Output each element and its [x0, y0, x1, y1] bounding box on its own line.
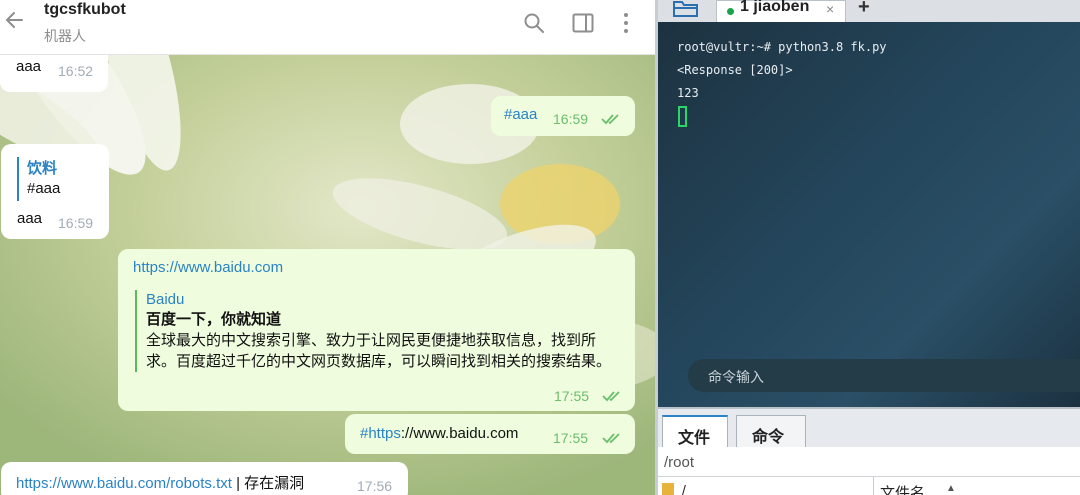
double-check-icon: [602, 433, 620, 444]
session-tab-bar: 1 jiaoben × +: [658, 0, 1080, 22]
link-preview[interactable]: Baidu 百度一下，你就知道 全球最大的中文搜索引擎、致力于让网民更便捷地获取…: [135, 290, 615, 372]
message-text: aaa: [17, 210, 43, 227]
directory-icon[interactable]: [662, 483, 674, 495]
chat-header: tgcsfkubot 机器人: [0, 0, 655, 55]
double-check-icon: [601, 114, 619, 125]
message-time: 16:52: [58, 63, 94, 79]
reply-text: #aaa: [27, 180, 61, 197]
file-list: / 文件名 ▲: [658, 477, 1080, 495]
terminal-line: root@vultr:~# python3.8 fk.py: [677, 40, 887, 54]
message-bubble-incoming[interactable]: https://www.baidu.com/robots.txt | 存在漏洞 …: [1, 462, 408, 495]
command-input-placeholder: 命令输入: [708, 369, 764, 385]
command-input[interactable]: 命令输入: [688, 359, 1080, 392]
link-preview-description: 全球最大的中文搜索引擎、致力于让网民更便捷地获取信息，找到所求。百度超过千亿的中…: [146, 332, 612, 370]
message-bubble-outgoing[interactable]: #aaa 16:59: [491, 96, 635, 136]
close-tab-icon[interactable]: ×: [826, 1, 834, 17]
tab-commands[interactable]: 命令: [736, 415, 806, 449]
add-tab-icon[interactable]: +: [858, 0, 870, 19]
telegram-chat-pane: tgcsfkubot 机器人 aaa 16:52 #aaa 16:59 饮料 #…: [0, 0, 655, 495]
bottom-panel-tabs: 文件 命令: [658, 407, 1080, 449]
message-text: ://www.baidu.com: [400, 425, 519, 442]
connected-status-dot: [727, 8, 734, 15]
message-bubble-incoming[interactable]: 饮料 #aaa aaa 16:59: [1, 144, 109, 239]
session-tab[interactable]: 1 jiaoben ×: [716, 0, 846, 22]
terminal-cursor: [678, 106, 687, 127]
double-check-icon: [602, 391, 620, 402]
chat-subtitle: 机器人: [44, 28, 86, 44]
message-hashtag[interactable]: #aaa: [504, 106, 537, 123]
terminal-line: <Response [200]>: [677, 63, 793, 77]
filename-column-header[interactable]: 文件名: [880, 482, 925, 495]
message-bubble-outgoing[interactable]: https://www.baidu.com Baidu 百度一下，你就知道 全球…: [118, 249, 635, 411]
message-link[interactable]: https://www.baidu.com: [133, 259, 283, 276]
sort-ascending-icon[interactable]: ▲: [946, 483, 956, 494]
back-arrow-icon[interactable]: [4, 9, 26, 31]
sidebar-toggle-icon[interactable]: [571, 11, 595, 35]
link-preview-title: 百度一下，你就知道: [146, 311, 282, 328]
reply-quote[interactable]: 饮料 #aaa: [17, 157, 60, 201]
message-text: aaa: [16, 58, 42, 75]
path-bar[interactable]: /root: [658, 447, 1080, 477]
tab-commands-label: 命令: [752, 429, 785, 446]
folder-icon[interactable]: [672, 0, 700, 18]
tab-files-label: 文件: [678, 430, 711, 447]
message-time: 17:56: [357, 478, 393, 494]
search-icon[interactable]: [522, 11, 546, 35]
directory-label[interactable]: /: [682, 482, 686, 495]
terminal-output[interactable]: root@vultr:~# python3.8 fk.py <Response …: [658, 22, 1080, 407]
message-text: | 存在漏洞: [231, 475, 305, 492]
message-time: 16:59: [58, 215, 94, 231]
session-tab-label: 1 jiaoben: [740, 0, 810, 15]
reply-author: 饮料: [27, 160, 58, 177]
more-options-icon[interactable]: [614, 11, 638, 35]
chat-title[interactable]: tgcsfkubot: [44, 1, 126, 19]
column-divider: [873, 477, 874, 495]
message-link[interactable]: https://www.baidu.com/robots.txt: [16, 475, 232, 492]
tab-files[interactable]: 文件: [662, 415, 728, 449]
ssh-client-pane: 1 jiaoben × + root@vultr:~# python3.8 fk…: [655, 0, 1080, 495]
link-preview-site: Baidu: [146, 291, 185, 308]
message-bubble-outgoing[interactable]: #https://www.baidu.com 17:55: [345, 414, 635, 454]
terminal-line: 123: [677, 86, 699, 100]
message-hashtag[interactable]: #https: [360, 425, 401, 442]
message-time: 17:55: [554, 388, 590, 404]
current-path: /root: [664, 454, 695, 471]
message-time: 16:59: [553, 111, 589, 127]
message-time: 17:55: [553, 430, 589, 446]
